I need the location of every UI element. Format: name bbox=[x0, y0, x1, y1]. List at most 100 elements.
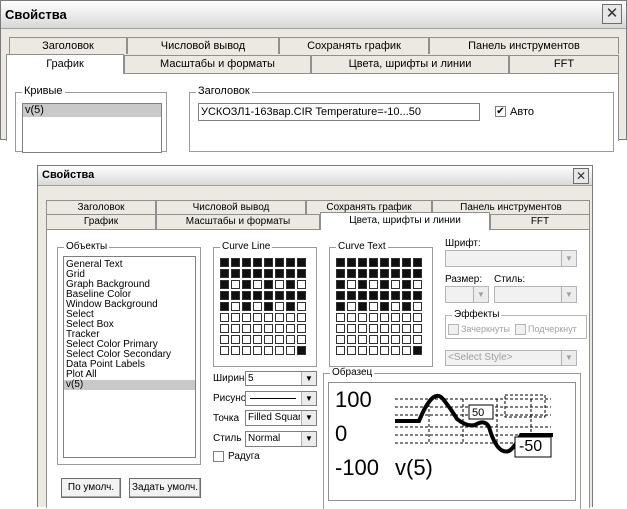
color-swatch[interactable] bbox=[358, 324, 367, 333]
color-swatch[interactable] bbox=[264, 346, 273, 355]
color-swatch[interactable] bbox=[347, 324, 356, 333]
size-select[interactable]: ▼ bbox=[445, 286, 489, 303]
color-swatch[interactable] bbox=[220, 280, 229, 289]
color-swatch[interactable] bbox=[264, 269, 273, 278]
color-swatch[interactable] bbox=[369, 280, 378, 289]
color-swatch[interactable] bbox=[242, 258, 251, 267]
default-button[interactable]: По умолч. bbox=[61, 478, 121, 498]
color-swatch[interactable] bbox=[413, 258, 422, 267]
top-tab-title[interactable]: Заголовок bbox=[9, 37, 127, 54]
color-swatch[interactable] bbox=[242, 324, 251, 333]
color-swatch[interactable] bbox=[413, 302, 422, 311]
color-swatch[interactable] bbox=[358, 335, 367, 344]
color-swatch[interactable] bbox=[402, 291, 411, 300]
color-swatch[interactable] bbox=[369, 302, 378, 311]
color-swatch[interactable] bbox=[297, 269, 306, 278]
color-swatch[interactable] bbox=[286, 269, 295, 278]
color-swatch[interactable] bbox=[336, 324, 345, 333]
color-swatch[interactable] bbox=[413, 313, 422, 322]
color-swatch[interactable] bbox=[380, 280, 389, 289]
color-swatch[interactable] bbox=[275, 302, 284, 311]
chevron-down-icon[interactable]: ▼ bbox=[561, 251, 576, 266]
color-swatch[interactable] bbox=[231, 258, 240, 267]
color-swatch[interactable] bbox=[286, 335, 295, 344]
color-swatch[interactable] bbox=[275, 346, 284, 355]
top-tab-numeric-output[interactable]: Числовой вывод bbox=[127, 37, 279, 54]
chevron-down-icon[interactable]: ▼ bbox=[301, 411, 316, 425]
color-swatch[interactable] bbox=[253, 302, 262, 311]
color-swatch[interactable] bbox=[264, 324, 273, 333]
color-swatch[interactable] bbox=[391, 346, 400, 355]
strikeout-checkbox[interactable] bbox=[448, 324, 459, 335]
curve-line-color-palette[interactable] bbox=[220, 258, 306, 355]
list-item[interactable]: Plot All bbox=[64, 370, 195, 380]
color-swatch[interactable] bbox=[286, 346, 295, 355]
color-swatch[interactable] bbox=[413, 335, 422, 344]
color-swatch[interactable] bbox=[297, 335, 306, 344]
color-swatch[interactable] bbox=[402, 280, 411, 289]
rainbow-checkbox[interactable] bbox=[213, 451, 224, 462]
color-swatch[interactable] bbox=[391, 280, 400, 289]
color-swatch[interactable] bbox=[380, 291, 389, 300]
color-swatch[interactable] bbox=[242, 335, 251, 344]
list-item-selected[interactable]: v(5) bbox=[64, 380, 195, 390]
color-swatch[interactable] bbox=[275, 324, 284, 333]
color-swatch[interactable] bbox=[391, 291, 400, 300]
color-swatch[interactable] bbox=[380, 346, 389, 355]
chevron-down-icon[interactable]: ▼ bbox=[301, 372, 316, 385]
color-swatch[interactable] bbox=[297, 258, 306, 267]
color-swatch[interactable] bbox=[369, 258, 378, 267]
chevron-down-icon[interactable]: ▼ bbox=[561, 287, 576, 302]
curve-text-color-palette[interactable] bbox=[336, 258, 422, 355]
color-swatch[interactable] bbox=[336, 269, 345, 278]
line-style-select[interactable]: Normal ▼ bbox=[245, 431, 317, 447]
color-swatch[interactable] bbox=[391, 258, 400, 267]
color-swatch[interactable] bbox=[220, 302, 229, 311]
underline-checkbox[interactable] bbox=[515, 324, 526, 335]
color-swatch[interactable] bbox=[253, 346, 262, 355]
color-swatch[interactable] bbox=[347, 313, 356, 322]
color-swatch[interactable] bbox=[220, 258, 229, 267]
list-item[interactable]: v(5) bbox=[23, 104, 161, 117]
color-swatch[interactable] bbox=[336, 291, 345, 300]
color-swatch[interactable] bbox=[358, 291, 367, 300]
top-tab-save-graph[interactable]: Сохранять график bbox=[279, 37, 429, 54]
color-swatch[interactable] bbox=[391, 302, 400, 311]
color-swatch[interactable] bbox=[380, 269, 389, 278]
color-swatch[interactable] bbox=[297, 324, 306, 333]
color-swatch[interactable] bbox=[264, 258, 273, 267]
color-swatch[interactable] bbox=[413, 291, 422, 300]
color-swatch[interactable] bbox=[253, 335, 262, 344]
color-swatch[interactable] bbox=[242, 269, 251, 278]
set-default-button[interactable]: Задать умолч. bbox=[129, 478, 201, 498]
color-swatch[interactable] bbox=[297, 291, 306, 300]
color-swatch[interactable] bbox=[402, 346, 411, 355]
chevron-down-icon[interactable]: ▼ bbox=[561, 351, 576, 365]
top-tab-scales-formats[interactable]: Масштабы и форматы bbox=[124, 55, 311, 73]
color-swatch[interactable] bbox=[231, 302, 240, 311]
color-swatch[interactable] bbox=[358, 346, 367, 355]
color-swatch[interactable] bbox=[297, 346, 306, 355]
color-swatch[interactable] bbox=[402, 258, 411, 267]
color-swatch[interactable] bbox=[347, 335, 356, 344]
color-swatch[interactable] bbox=[297, 302, 306, 311]
color-swatch[interactable] bbox=[297, 313, 306, 322]
color-swatch[interactable] bbox=[231, 335, 240, 344]
color-swatch[interactable] bbox=[336, 280, 345, 289]
curves-list[interactable]: v(5) bbox=[22, 103, 162, 153]
color-swatch[interactable] bbox=[231, 346, 240, 355]
color-swatch[interactable] bbox=[336, 302, 345, 311]
color-swatch[interactable] bbox=[275, 313, 284, 322]
color-swatch[interactable] bbox=[413, 269, 422, 278]
color-swatch[interactable] bbox=[413, 324, 422, 333]
color-swatch[interactable] bbox=[380, 335, 389, 344]
color-swatch[interactable] bbox=[369, 313, 378, 322]
color-swatch[interactable] bbox=[391, 324, 400, 333]
color-swatch[interactable] bbox=[275, 335, 284, 344]
color-swatch[interactable] bbox=[347, 269, 356, 278]
color-swatch[interactable] bbox=[264, 280, 273, 289]
color-swatch[interactable] bbox=[220, 313, 229, 322]
color-swatch[interactable] bbox=[286, 313, 295, 322]
color-swatch[interactable] bbox=[253, 258, 262, 267]
color-swatch[interactable] bbox=[253, 269, 262, 278]
